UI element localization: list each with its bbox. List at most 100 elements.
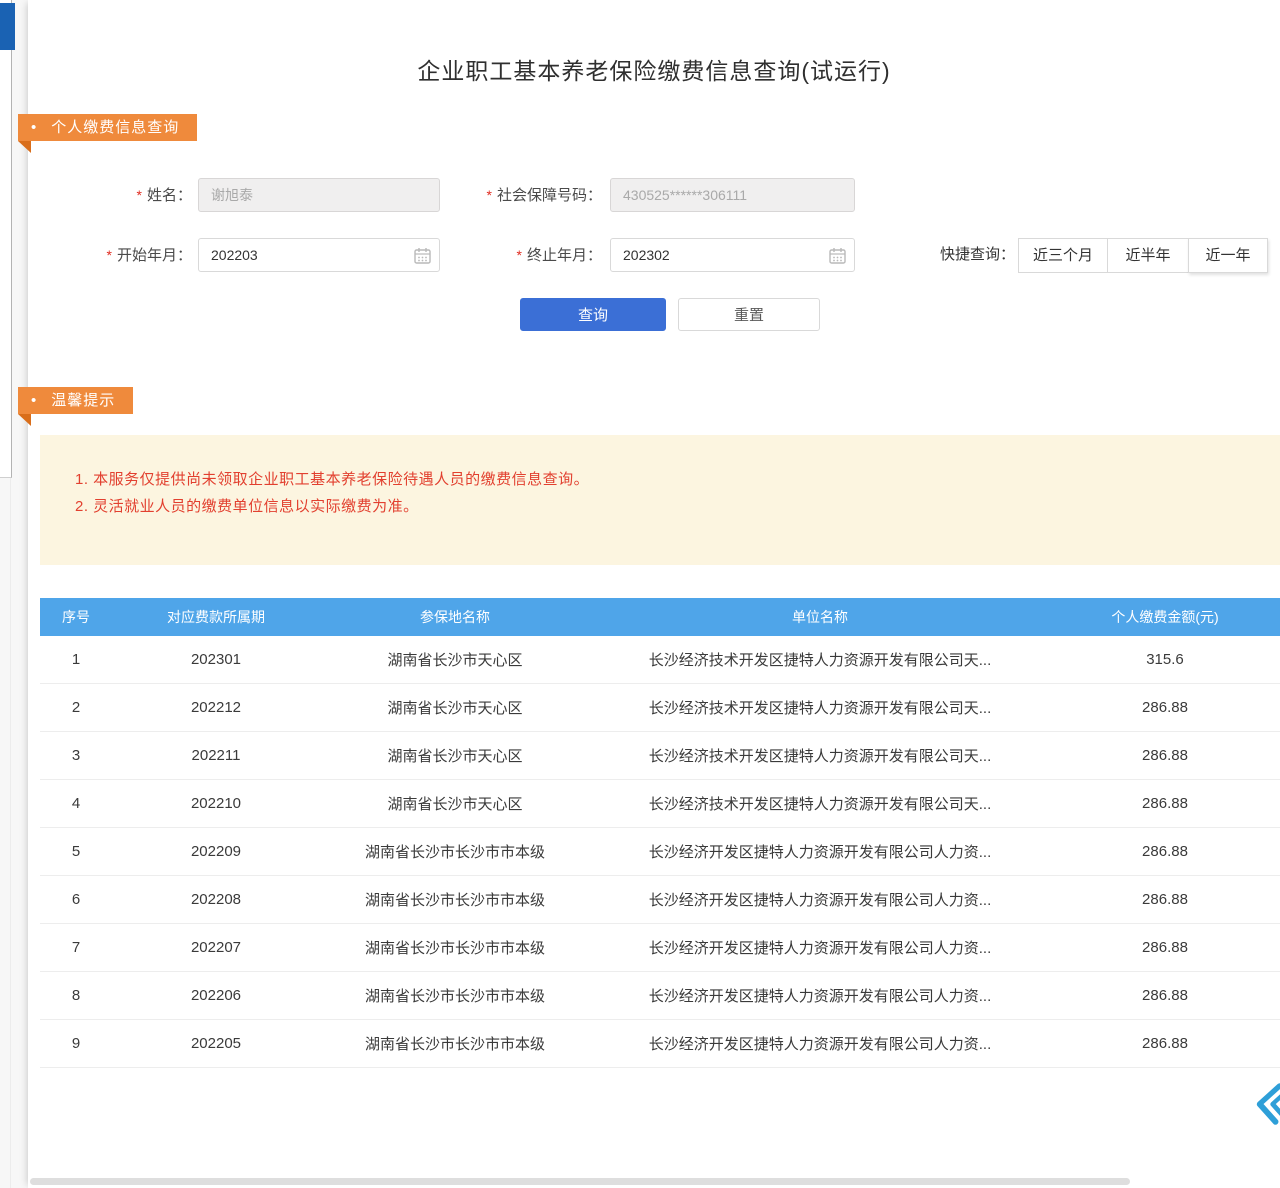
required-asterisk: * [137,187,142,203]
page-title: 企业职工基本养老保险缴费信息查询(试运行) [28,52,1280,86]
cell-employer: 长沙经济开发区捷特人力资源开发有限公司人力资... [590,1020,1050,1067]
quick-query-label: 快捷查询： [903,238,1015,272]
ssn-label: * 社会保障号码： [420,178,602,212]
table-row: 6 202208 湖南省长沙市长沙市市本级 长沙经济开发区捷特人力资源开发有限公… [40,876,1280,924]
table-header-index: 序号 [40,598,112,636]
table-row: 5 202209 湖南省长沙市长沙市市本级 长沙经济开发区捷特人力资源开发有限公… [40,828,1280,876]
bullet-icon: • [31,114,37,141]
cell-period: 202301 [112,636,320,683]
table-row: 9 202205 湖南省长沙市长沙市市本级 长沙经济开发区捷特人力资源开发有限公… [40,1020,1280,1068]
cell-index: 5 [40,828,112,875]
start-month-label: * 开始年月： [60,238,192,272]
end-month-field[interactable] [610,238,855,272]
table-header-row: 序号 对应费款所属期 参保地名称 单位名称 个人缴费金额(元) [40,598,1280,636]
start-month-field[interactable] [198,238,440,272]
cell-amount: 286.88 [1050,972,1280,1019]
quick-query-last-year[interactable]: 近一年 [1188,238,1268,273]
cell-employer: 长沙经济开发区捷特人力资源开发有限公司人力资... [590,828,1050,875]
reset-button[interactable]: 重置 [678,298,820,331]
table-row: 2 202212 湖南省长沙市天心区 长沙经济技术开发区捷特人力资源开发有限公司… [40,684,1280,732]
cell-index: 7 [40,924,112,971]
query-button[interactable]: 查询 [520,298,666,331]
cell-period: 202212 [112,684,320,731]
cell-employer: 长沙经济开发区捷特人力资源开发有限公司人力资... [590,924,1050,971]
end-month-label-text: 终止年月： [527,247,602,264]
table-header-amount: 个人缴费金额(元) [1050,598,1280,636]
cell-insured-place: 湖南省长沙市长沙市市本级 [320,1020,590,1067]
cell-employer: 长沙经济技术开发区捷特人力资源开发有限公司天... [590,684,1050,731]
cell-amount: 315.6 [1050,636,1280,683]
cell-period: 202209 [112,828,320,875]
name-label: * 姓名： [60,178,192,212]
page: 企业职工基本养老保险缴费信息查询(试运行) • 个人缴费信息查询 * 姓名： * 社会… [0,0,1280,1188]
table-body: 1 202301 湖南省长沙市天心区 长沙经济技术开发区捷特人力资源开发有限公司… [40,636,1280,1068]
cell-employer: 长沙经济技术开发区捷特人力资源开发有限公司天... [590,780,1050,827]
cell-insured-place: 湖南省长沙市长沙市市本级 [320,876,590,923]
required-asterisk: * [487,187,492,203]
name-field [198,178,440,212]
cell-index: 8 [40,972,112,1019]
required-asterisk: * [517,247,522,263]
cell-amount: 286.88 [1050,1020,1280,1067]
table-header-employer: 单位名称 [590,598,1050,636]
start-month-label-text: 开始年月： [117,247,192,264]
cell-insured-place: 湖南省长沙市长沙市市本级 [320,924,590,971]
cell-index: 2 [40,684,112,731]
required-asterisk: * [107,247,112,263]
cell-employer: 长沙经济技术开发区捷特人力资源开发有限公司天... [590,636,1050,683]
notice-box: 1. 本服务仅提供尚未领取企业职工基本养老保险待遇人员的缴费信息查询。 2. 灵… [40,435,1280,565]
quick-query-last-half-year[interactable]: 近半年 [1107,238,1189,273]
cell-period: 202211 [112,732,320,779]
cell-index: 6 [40,876,112,923]
cell-insured-place: 湖南省长沙市天心区 [320,636,590,683]
cell-amount: 286.88 [1050,684,1280,731]
section-badge-personal-query: • 个人缴费信息查询 [18,114,197,141]
cell-amount: 286.88 [1050,732,1280,779]
table-header-insured-place: 参保地名称 [320,598,590,636]
cell-index: 9 [40,1020,112,1067]
cell-employer: 长沙经济开发区捷特人力资源开发有限公司人力资... [590,972,1050,1019]
cell-employer: 长沙经济开发区捷特人力资源开发有限公司人力资... [590,876,1050,923]
bullet-icon: • [31,387,37,414]
ssn-field [610,178,855,212]
cell-insured-place: 湖南省长沙市长沙市市本级 [320,972,590,1019]
cell-period: 202205 [112,1020,320,1067]
collapsed-sidebar-rail [0,0,12,478]
cell-amount: 286.88 [1050,924,1280,971]
table-row: 3 202211 湖南省长沙市天心区 长沙经济技术开发区捷特人力资源开发有限公司… [40,732,1280,780]
cell-insured-place: 湖南省长沙市天心区 [320,732,590,779]
cell-index: 4 [40,780,112,827]
cell-insured-place: 湖南省长沙市长沙市市本级 [320,828,590,875]
table-row: 1 202301 湖南省长沙市天心区 长沙经济技术开发区捷特人力资源开发有限公司… [40,636,1280,684]
notice-line-1: 1. 本服务仅提供尚未领取企业职工基本养老保险待遇人员的缴费信息查询。 [75,466,1260,493]
end-month-label: * 终止年月： [420,238,602,272]
table-header-period: 对应费款所属期 [112,598,320,636]
table-row: 4 202210 湖南省长沙市天心区 长沙经济技术开发区捷特人力资源开发有限公司… [40,780,1280,828]
cell-index: 1 [40,636,112,683]
name-label-text: 姓名： [147,187,192,204]
cell-amount: 286.88 [1050,828,1280,875]
quick-query-last-3-months[interactable]: 近三个月 [1018,238,1108,273]
cell-employer: 长沙经济技术开发区捷特人力资源开发有限公司天... [590,732,1050,779]
cell-amount: 286.88 [1050,876,1280,923]
cell-period: 202210 [112,780,320,827]
window-left-edge [10,478,11,1188]
calendar-icon[interactable] [829,247,846,264]
cell-amount: 286.88 [1050,780,1280,827]
sidebar-tab[interactable] [0,3,15,50]
horizontal-scrollbar[interactable] [30,1178,1130,1185]
section-badge-label: 个人缴费信息查询 [51,119,179,136]
ssn-label-text: 社会保障号码： [497,187,602,204]
section-badge-tips: • 温馨提示 [18,387,133,414]
cell-index: 3 [40,732,112,779]
cell-period: 202208 [112,876,320,923]
collapse-double-chevron-icon[interactable] [1250,1081,1280,1127]
cell-period: 202206 [112,972,320,1019]
notice-line-2: 2. 灵活就业人员的缴费单位信息以实际缴费为准。 [75,493,1260,520]
ribbon-fold [18,141,31,153]
cell-insured-place: 湖南省长沙市天心区 [320,780,590,827]
table-row: 8 202206 湖南省长沙市长沙市市本级 长沙经济开发区捷特人力资源开发有限公… [40,972,1280,1020]
section-badge-label: 温馨提示 [51,392,115,409]
results-table: 序号 对应费款所属期 参保地名称 单位名称 个人缴费金额(元) 1 202301… [40,598,1280,1068]
cell-period: 202207 [112,924,320,971]
